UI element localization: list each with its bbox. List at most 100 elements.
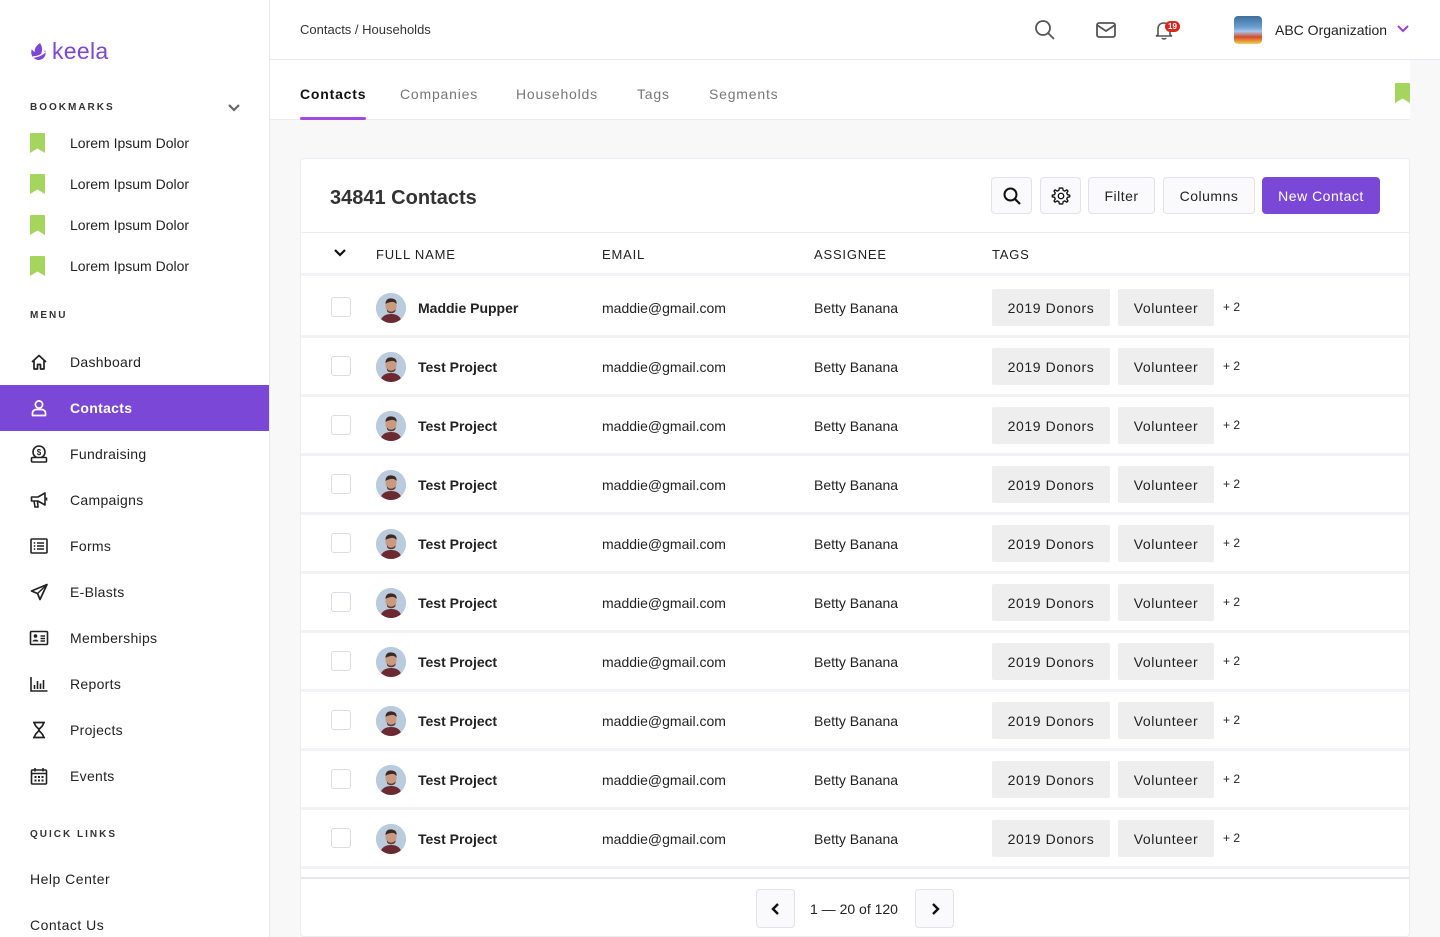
tag-chip[interactable]: Volunteer (1118, 466, 1214, 503)
tag-chip[interactable]: Volunteer (1118, 761, 1214, 798)
tag-chip[interactable]: 2019 Donors (992, 643, 1110, 680)
bookmark-item[interactable]: Lorem Ipsum Dolor (0, 204, 269, 245)
global-search-icon[interactable] (1033, 18, 1057, 42)
row-checkbox[interactable] (331, 474, 351, 494)
contact-name[interactable]: Test Project (418, 595, 497, 611)
table-row[interactable]: Test Project maddie@gmail.com Betty Bana… (301, 574, 1409, 633)
bookmark-item[interactable]: Lorem Ipsum Dolor (0, 163, 269, 204)
sidebar-item-projects[interactable]: Projects (0, 707, 269, 753)
table-row[interactable]: Test Project maddie@gmail.com Betty Bana… (301, 810, 1409, 869)
previous-page-button[interactable] (756, 889, 795, 928)
tag-chip[interactable]: Volunteer (1118, 702, 1214, 739)
table-row[interactable]: Maddie Pupper maddie@gmail.com Betty Ban… (301, 279, 1409, 338)
more-tags-count[interactable]: + 2 (1223, 300, 1240, 314)
column-header-email[interactable]: EMAIL (602, 247, 645, 262)
more-tags-count[interactable]: + 2 (1223, 536, 1240, 550)
tab-contacts[interactable]: Contacts (300, 86, 367, 120)
sidebar-item-contacts[interactable]: Contacts (0, 385, 269, 431)
tag-chip[interactable]: 2019 Donors (992, 407, 1110, 444)
table-row[interactable]: Test Project maddie@gmail.com Betty Bana… (301, 338, 1409, 397)
tag-chip[interactable]: Volunteer (1118, 289, 1214, 326)
table-settings-button[interactable] (1040, 177, 1081, 214)
column-header-assignee[interactable]: ASSIGNEE (814, 247, 887, 262)
search-contacts-button[interactable] (991, 177, 1032, 214)
more-tags-count[interactable]: + 2 (1223, 477, 1240, 491)
table-row[interactable]: Test Project maddie@gmail.com Betty Bana… (301, 692, 1409, 751)
tag-chip[interactable]: Volunteer (1118, 525, 1214, 562)
table-row[interactable]: Test Project maddie@gmail.com Betty Bana… (301, 751, 1409, 810)
sidebar-item-e-blasts[interactable]: E-Blasts (0, 569, 269, 615)
more-tags-count[interactable]: + 2 (1223, 654, 1240, 668)
tag-chip[interactable]: Volunteer (1118, 407, 1214, 444)
row-checkbox[interactable] (331, 533, 351, 553)
sidebar-item-fundraising[interactable]: $ Fundraising (0, 431, 269, 477)
row-checkbox[interactable] (331, 828, 351, 848)
sidebar-item-events[interactable]: Events (0, 753, 269, 799)
contact-name[interactable]: Test Project (418, 713, 497, 729)
row-checkbox[interactable] (331, 710, 351, 730)
row-checkbox[interactable] (331, 356, 351, 376)
next-page-button[interactable] (915, 889, 954, 928)
more-tags-count[interactable]: + 2 (1223, 359, 1240, 373)
tag-chip[interactable]: Volunteer (1118, 820, 1214, 857)
table-row[interactable]: Test Project maddie@gmail.com Betty Bana… (301, 456, 1409, 515)
bookmark-item[interactable]: Lorem Ipsum Dolor (0, 122, 269, 163)
row-checkbox[interactable] (331, 651, 351, 671)
organization-avatar[interactable] (1234, 16, 1262, 44)
more-tags-count[interactable]: + 2 (1223, 772, 1240, 786)
tab-tags[interactable]: Tags (637, 86, 670, 120)
new-contact-button[interactable]: New Contact (1262, 177, 1380, 214)
contact-name[interactable]: Test Project (418, 831, 497, 847)
contact-name[interactable]: Test Project (418, 477, 497, 493)
tab-segments[interactable]: Segments (709, 86, 778, 120)
sidebar-item-dashboard[interactable]: Dashboard (0, 339, 269, 385)
row-checkbox[interactable] (331, 415, 351, 435)
column-header-tags[interactable]: TAGS (992, 247, 1030, 262)
tab-households[interactable]: Households (516, 86, 598, 120)
more-tags-count[interactable]: + 2 (1223, 713, 1240, 727)
org-menu-chevron-down-icon[interactable] (1396, 22, 1410, 36)
quick-link-contact-us[interactable]: Contact Us (30, 917, 104, 933)
sidebar-item-campaigns[interactable]: Campaigns (0, 477, 269, 523)
contact-name[interactable]: Test Project (418, 654, 497, 670)
contact-name[interactable]: Test Project (418, 359, 497, 375)
quick-link-help-center[interactable]: Help Center (30, 871, 110, 887)
tag-chip[interactable]: Volunteer (1118, 643, 1214, 680)
tag-chip[interactable]: Volunteer (1118, 584, 1214, 621)
sidebar-item-forms[interactable]: Forms (0, 523, 269, 569)
bookmark-item[interactable]: Lorem Ipsum Dolor (0, 245, 269, 286)
tab-companies[interactable]: Companies (400, 86, 478, 120)
tag-chip[interactable]: 2019 Donors (992, 820, 1110, 857)
table-row[interactable]: Test Project maddie@gmail.com Betty Bana… (301, 397, 1409, 456)
contact-name[interactable]: Test Project (418, 536, 497, 552)
columns-button[interactable]: Columns (1163, 177, 1255, 214)
more-tags-count[interactable]: + 2 (1223, 418, 1240, 432)
select-all-chevron-down-icon[interactable] (332, 245, 348, 261)
tag-chip[interactable]: 2019 Donors (992, 525, 1110, 562)
bookmark-page-icon[interactable] (1395, 83, 1410, 103)
keela-logo[interactable]: keela (30, 38, 108, 65)
contact-name[interactable]: Test Project (418, 418, 497, 434)
tag-chip[interactable]: 2019 Donors (992, 584, 1110, 621)
tag-chip[interactable]: 2019 Donors (992, 289, 1110, 326)
bookmarks-collapse-chevron-icon[interactable] (226, 100, 242, 116)
more-tags-count[interactable]: + 2 (1223, 595, 1240, 609)
tag-chip[interactable]: 2019 Donors (992, 348, 1110, 385)
contact-name[interactable]: Maddie Pupper (418, 300, 518, 316)
row-checkbox[interactable] (331, 592, 351, 612)
tag-chip[interactable]: 2019 Donors (992, 761, 1110, 798)
contact-name[interactable]: Test Project (418, 772, 497, 788)
row-checkbox[interactable] (331, 769, 351, 789)
organization-name[interactable]: ABC Organization (1275, 22, 1387, 38)
sidebar-item-memberships[interactable]: Memberships (0, 615, 269, 661)
table-row[interactable]: Test Project maddie@gmail.com Betty Bana… (301, 515, 1409, 574)
tag-chip[interactable]: 2019 Donors (992, 466, 1110, 503)
mail-icon[interactable] (1094, 18, 1118, 42)
more-tags-count[interactable]: + 2 (1223, 831, 1240, 845)
tag-chip[interactable]: Volunteer (1118, 348, 1214, 385)
column-header-full-name[interactable]: FULL NAME (376, 247, 456, 262)
tag-chip[interactable]: 2019 Donors (992, 702, 1110, 739)
row-checkbox[interactable] (331, 297, 351, 317)
filter-button[interactable]: Filter (1088, 177, 1155, 214)
breadcrumb[interactable]: Contacts / Households (300, 22, 431, 37)
